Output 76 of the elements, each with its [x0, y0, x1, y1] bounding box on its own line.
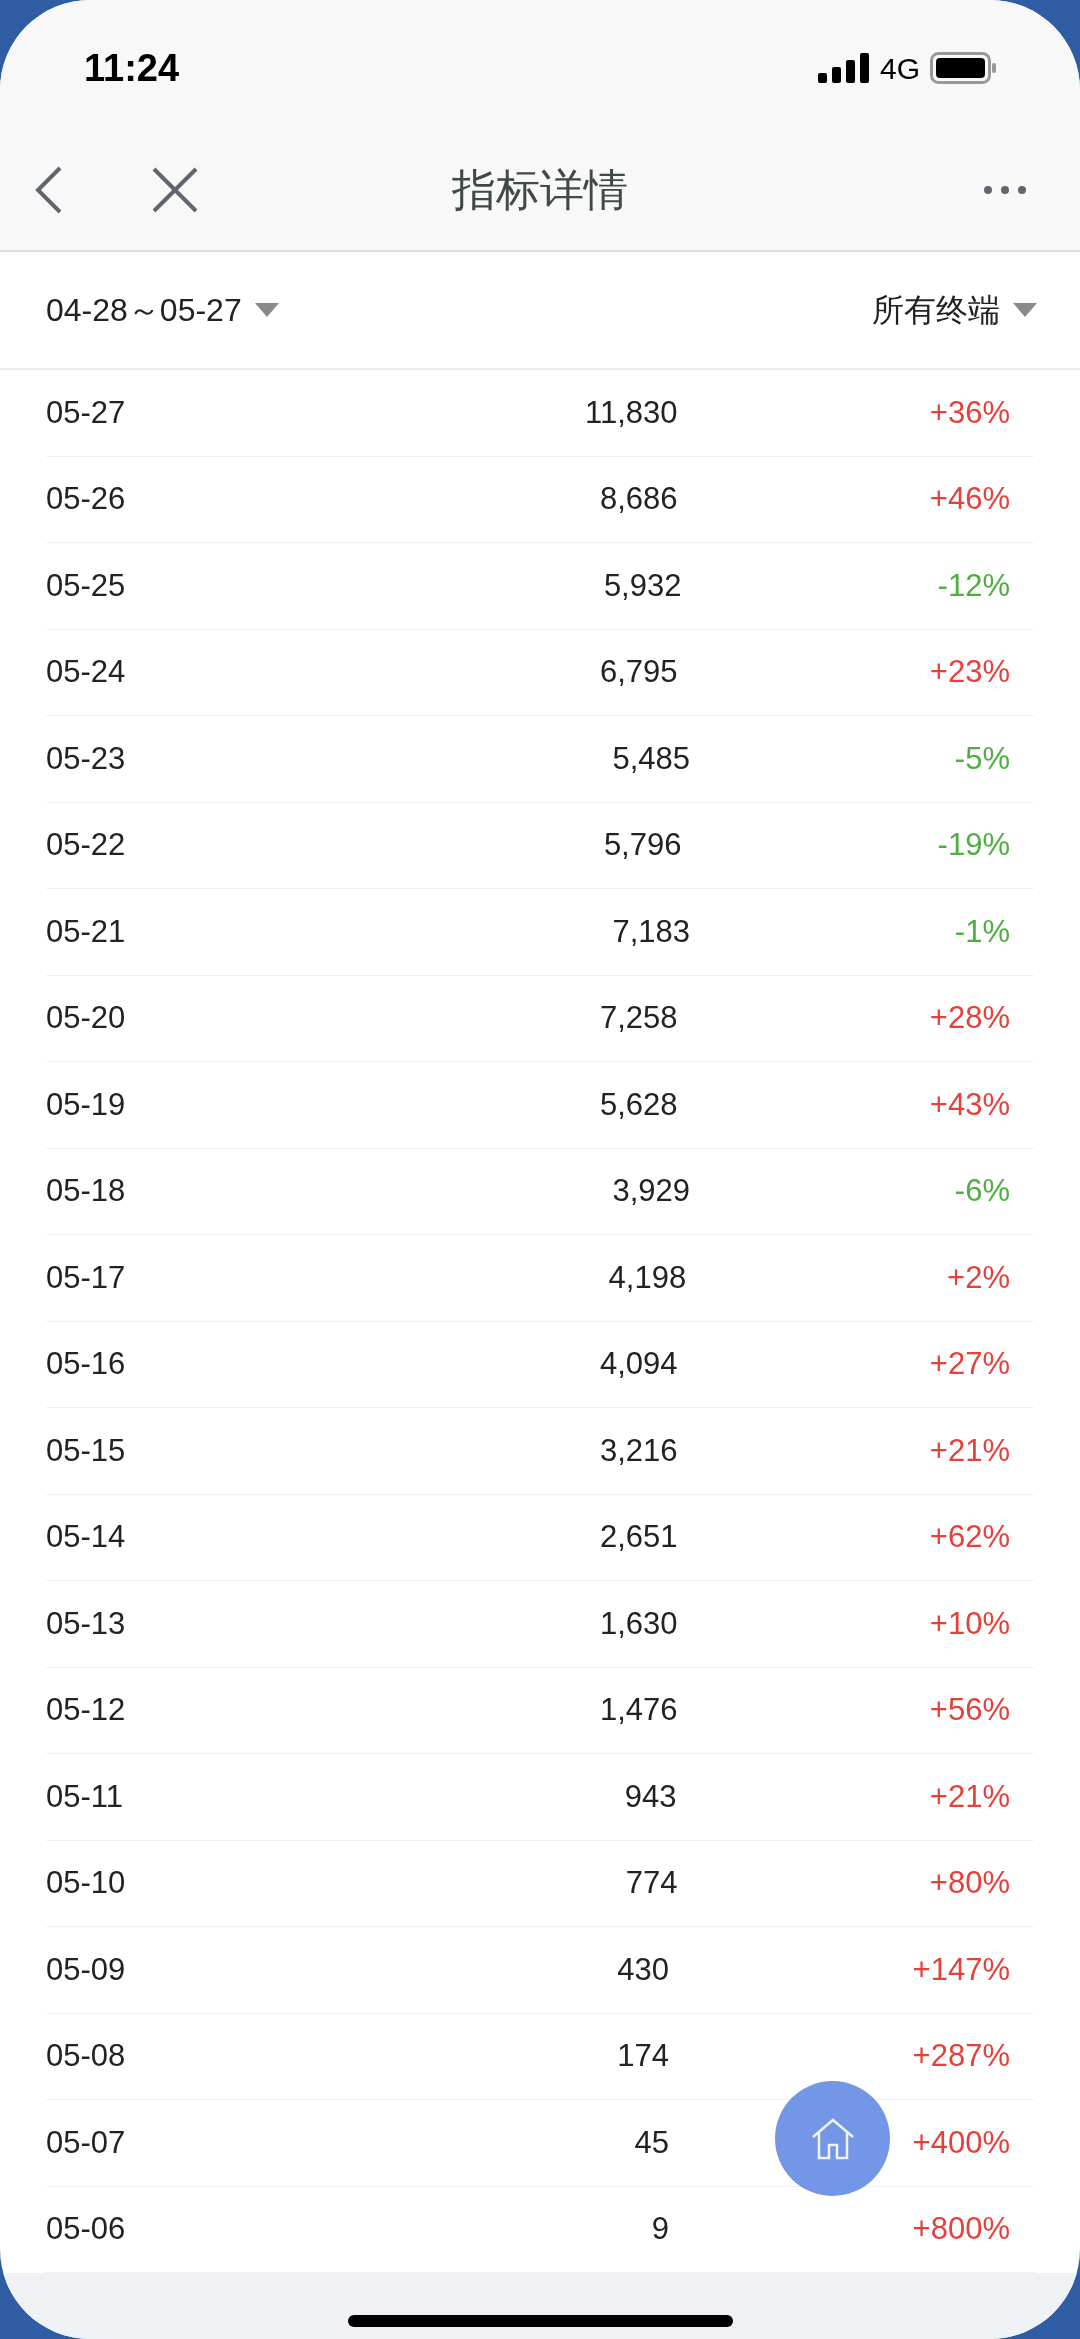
- value-cell-text: 3,929: [611, 1172, 691, 1210]
- value-cell-text: 774: [624, 1864, 678, 1902]
- change-cell-text: +46%: [929, 480, 1010, 518]
- value-cell-text: 5,485: [611, 739, 691, 778]
- change-cell-text: +62%: [929, 1518, 1010, 1556]
- caret-icon: [1012, 302, 1038, 318]
- date-cell-text: 05-19: [46, 1085, 126, 1124]
- date-cell-text: 05-25: [46, 566, 126, 605]
- change-cell-text: +80%: [929, 1864, 1010, 1902]
- date-cell-text: 05-17: [46, 1258, 126, 1297]
- value-cell-text: 4,198: [607, 1258, 687, 1297]
- value-cell-text: 3,216: [599, 1431, 678, 1470]
- date-cell-text: 05-07: [46, 2123, 126, 2162]
- network-label: 4G: [879, 50, 920, 87]
- change-cell-text: -6%: [954, 1172, 1010, 1210]
- value-cell-text: 6,795: [599, 653, 678, 691]
- terminal-dropdown[interactable]: 所有终端: [872, 286, 1038, 334]
- date-cell-text: 05-13: [46, 1604, 126, 1643]
- date-cell-text: 05-14: [46, 1518, 126, 1556]
- change-cell-text: +400%: [912, 2123, 1010, 2162]
- change-cell-text: -12%: [937, 566, 1010, 605]
- date-cell-text: 05-08: [46, 2037, 126, 2075]
- value-cell-text: 9: [650, 2210, 669, 2248]
- change-cell-text: +21%: [929, 1777, 1010, 1816]
- date-cell-text: 05-10: [46, 1864, 126, 1902]
- date-cell-text: 05-15: [46, 1431, 126, 1470]
- date-cell-text: 05-20: [46, 999, 126, 1037]
- value-cell-text: 45: [633, 2123, 669, 2162]
- date-cell-text: 05-24: [46, 653, 126, 691]
- date-cell-text: 05-11: [46, 1777, 123, 1816]
- change-cell-text: -5%: [954, 739, 1010, 778]
- caret-icon: [253, 302, 280, 318]
- change-cell-text: +43%: [929, 1085, 1010, 1124]
- value-cell-text: 11,830: [584, 393, 678, 432]
- date-cell-text: 05-12: [46, 1691, 126, 1729]
- change-cell-text: +147%: [912, 1950, 1010, 1989]
- date-cell-text: 05-22: [46, 826, 126, 864]
- value-cell-text: 430: [616, 1950, 669, 1989]
- change-cell-text: +36%: [929, 393, 1010, 432]
- change-cell-text: +23%: [929, 653, 1010, 691]
- value-cell-text: 5,932: [602, 566, 682, 605]
- page-title: 指标详情: [452, 164, 628, 216]
- date-cell-text: 05-26: [46, 480, 126, 518]
- date-cell-text: 05-06: [46, 2210, 126, 2248]
- change-cell-text: +287%: [912, 2037, 1010, 2075]
- close-button[interactable]: [150, 165, 200, 215]
- value-cell-text: 1,476: [599, 1691, 678, 1729]
- signal-icon: [817, 53, 870, 83]
- change-cell-text: +56%: [929, 1691, 1010, 1729]
- date-cell-text: 05-21: [46, 912, 126, 951]
- value-cell-text: 1,630: [599, 1604, 678, 1643]
- change-cell-text: +28%: [929, 999, 1010, 1037]
- date-cell-text: 05-18: [46, 1172, 126, 1210]
- date-cell-text: 05-23: [46, 739, 126, 778]
- change-cell-text: +2%: [947, 1258, 1010, 1297]
- change-cell-text: +21%: [929, 1431, 1010, 1470]
- date-cell-text: 05-16: [46, 1345, 126, 1383]
- value-cell-text: 943: [623, 1777, 677, 1816]
- battery-icon: [930, 52, 996, 84]
- change-cell-text: +800%: [912, 2210, 1010, 2248]
- change-cell-text: +27%: [929, 1345, 1010, 1383]
- value-cell-text: 8,686: [599, 480, 678, 518]
- value-cell-text: 2,651: [599, 1518, 678, 1556]
- value-cell-text: 5,796: [602, 826, 682, 864]
- date-cell-text: 05-09: [46, 1950, 126, 1989]
- value-cell-text: 4,094: [599, 1345, 678, 1383]
- value-cell-text: 7,183: [611, 912, 691, 951]
- change-cell-text: +10%: [929, 1604, 1010, 1643]
- change-cell-text: -1%: [954, 912, 1010, 951]
- change-cell-text: -19%: [937, 826, 1010, 864]
- status-time: 11:24: [84, 45, 180, 91]
- value-cell-text: 7,258: [599, 999, 678, 1037]
- value-cell-text: 5,628: [599, 1085, 678, 1124]
- value-cell-text: 174: [616, 2037, 669, 2075]
- date-cell-text: 05-27: [46, 393, 126, 432]
- date-range-dropdown[interactable]: 04-28～05-27: [46, 286, 280, 334]
